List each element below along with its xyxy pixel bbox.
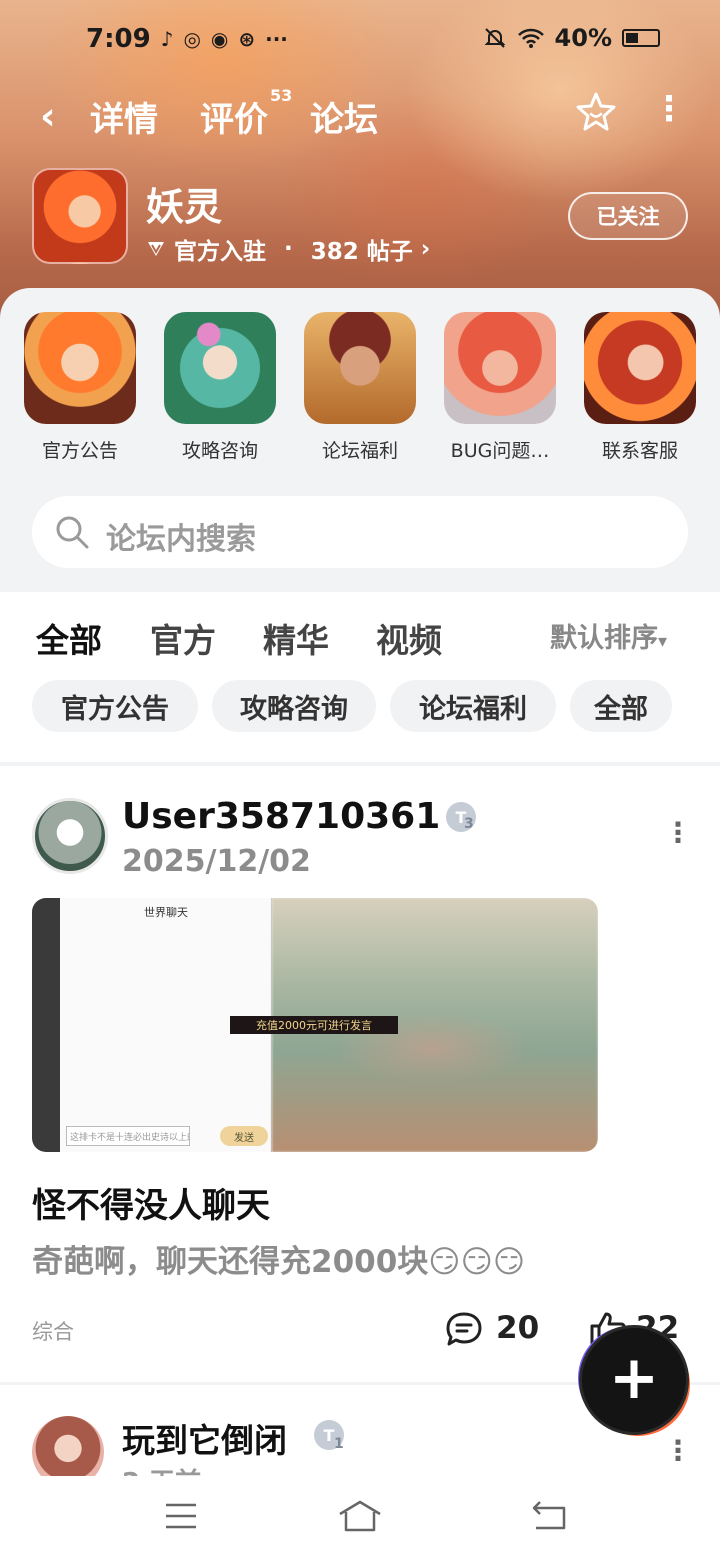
- game-header-banner: 7:09 ♪ ◎ ◉ ⊛ ··· 40% ‹ 详情 评价 53 论坛 ⋮ 妖灵: [0, 0, 720, 320]
- official-verified-icon: [148, 242, 164, 256]
- sort-dropdown[interactable]: 默认排序▾: [550, 616, 667, 655]
- category-bug-reports[interactable]: BUG问题…: [444, 312, 556, 463]
- plus-icon: +: [608, 1343, 660, 1413]
- category-label: 联系客服: [601, 440, 678, 462]
- system-navigation-bar: [0, 1476, 720, 1560]
- chip-all[interactable]: 全部: [570, 680, 672, 732]
- user-level-number: 1: [334, 1436, 344, 1452]
- comment-icon[interactable]: [444, 1310, 484, 1348]
- category-thumbnail: [444, 312, 556, 424]
- home-icon[interactable]: [336, 1498, 384, 1534]
- filter-tab-label: 全部: [36, 621, 102, 660]
- chat-restriction-banner: 充值2000元可进行发言: [230, 1016, 398, 1034]
- tab-reviews[interactable]: 评价: [200, 92, 268, 141]
- post-options-icon[interactable]: ⋮: [664, 1437, 692, 1465]
- post-options-icon[interactable]: ⋮: [664, 819, 692, 847]
- filter-tab-video[interactable]: 视频: [376, 614, 442, 662]
- filter-tab-official[interactable]: 官方: [150, 614, 216, 662]
- search-placeholder: 论坛内搜索: [106, 522, 256, 557]
- back-icon[interactable]: ‹: [40, 94, 56, 138]
- post-date: 2 天前: [122, 1462, 201, 1476]
- new-post-button[interactable]: +: [582, 1328, 686, 1432]
- meta-separator: ·: [284, 236, 293, 262]
- chip-strategy[interactable]: 攻略咨询: [212, 680, 376, 732]
- user-level-number: 3: [464, 816, 474, 832]
- status-app-icon: ⊛: [238, 27, 256, 51]
- section-divider: [0, 762, 720, 766]
- category-strategy[interactable]: 攻略咨询: [164, 312, 276, 463]
- post-title[interactable]: 怪不得没人聊天: [32, 1178, 270, 1227]
- status-app-icon: ♪: [160, 27, 174, 51]
- filter-tab-featured[interactable]: 精华: [263, 614, 329, 662]
- category-label: 攻略咨询: [181, 440, 258, 462]
- battery-percent: 40%: [554, 24, 612, 52]
- game-meta: 官方入驻 · 382 帖子 ›: [146, 232, 430, 266]
- chat-send-button: 发送: [220, 1126, 268, 1146]
- category-official-announcements[interactable]: 官方公告: [24, 312, 136, 463]
- search-icon: [56, 516, 89, 549]
- game-icon: [32, 168, 128, 264]
- caret-down-icon: ▾: [658, 631, 668, 652]
- top-navigation: ‹ 详情 评价 53 论坛 ⋮: [0, 86, 720, 146]
- status-app-icon: ◎: [183, 27, 201, 51]
- post-image[interactable]: 世界聊天 这排卡不是十连必出史诗以上的 发送 充值2000元可进行发言: [32, 898, 598, 1152]
- chat-title: 世界聊天: [144, 906, 188, 919]
- tab-forum-label: 论坛: [310, 100, 378, 140]
- status-more-icon: ···: [265, 27, 288, 51]
- favorite-star-icon[interactable]: [574, 90, 618, 134]
- tab-forum[interactable]: 论坛: [310, 92, 378, 141]
- category-customer-service[interactable]: 联系客服: [584, 312, 696, 463]
- follow-button[interactable]: 已关注: [568, 192, 688, 240]
- game-sidebar: [32, 898, 60, 1152]
- chip-welfare[interactable]: 论坛福利: [390, 680, 556, 732]
- post-date: 2025/12/02: [122, 844, 311, 879]
- category-thumbnail: [584, 312, 696, 424]
- mute-icon: [484, 28, 505, 48]
- category-thumbnail: [24, 312, 136, 424]
- sort-label: 默认排序: [550, 623, 658, 654]
- review-count-badge: 53: [270, 86, 293, 105]
- category-label: 官方公告: [41, 440, 118, 462]
- status-bar: 7:09 ♪ ◎ ◉ ⊛ ··· 40%: [0, 20, 720, 60]
- post-count-link[interactable]: 382 帖子: [311, 232, 413, 266]
- chat-input: 这排卡不是十连必出史诗以上的: [66, 1126, 190, 1146]
- post-author[interactable]: User358710361: [122, 796, 440, 837]
- chevron-right-icon: ›: [420, 236, 431, 262]
- post-author[interactable]: 玩到它倒闭: [122, 1414, 287, 1462]
- post-body[interactable]: 奇葩啊，聊天还得充2000块😏😏😏: [32, 1236, 525, 1281]
- game-name: 妖灵: [146, 185, 223, 229]
- back-nav-icon[interactable]: [530, 1500, 568, 1532]
- avatar[interactable]: [32, 798, 108, 874]
- category-label: BUG问题…: [450, 440, 550, 462]
- tab-details[interactable]: 详情: [90, 92, 158, 141]
- category-label: 论坛福利: [321, 440, 398, 462]
- official-label: 官方入驻: [174, 239, 266, 265]
- status-app-icon: ◉: [210, 27, 229, 51]
- menu-icon[interactable]: [164, 1502, 198, 1530]
- more-options-icon[interactable]: ⋮: [652, 92, 686, 126]
- forum-search-input[interactable]: 论坛内搜索: [32, 496, 688, 568]
- category-welfare[interactable]: 论坛福利: [304, 312, 416, 463]
- category-thumbnail: [164, 312, 276, 424]
- post-tag: 综合: [32, 1320, 74, 1344]
- category-thumbnail: [304, 312, 416, 424]
- wifi-icon: [517, 28, 544, 48]
- chip-official-announcements[interactable]: 官方公告: [32, 680, 198, 732]
- comment-count: 20: [496, 1310, 540, 1346]
- forum-sections-card: 官方公告 攻略咨询 论坛福利 BUG问题… 联系客服 论坛内搜索: [0, 288, 720, 592]
- status-time: 7:09: [86, 24, 151, 54]
- battery-icon: [622, 29, 660, 47]
- filter-tab-all[interactable]: 全部: [36, 614, 102, 666]
